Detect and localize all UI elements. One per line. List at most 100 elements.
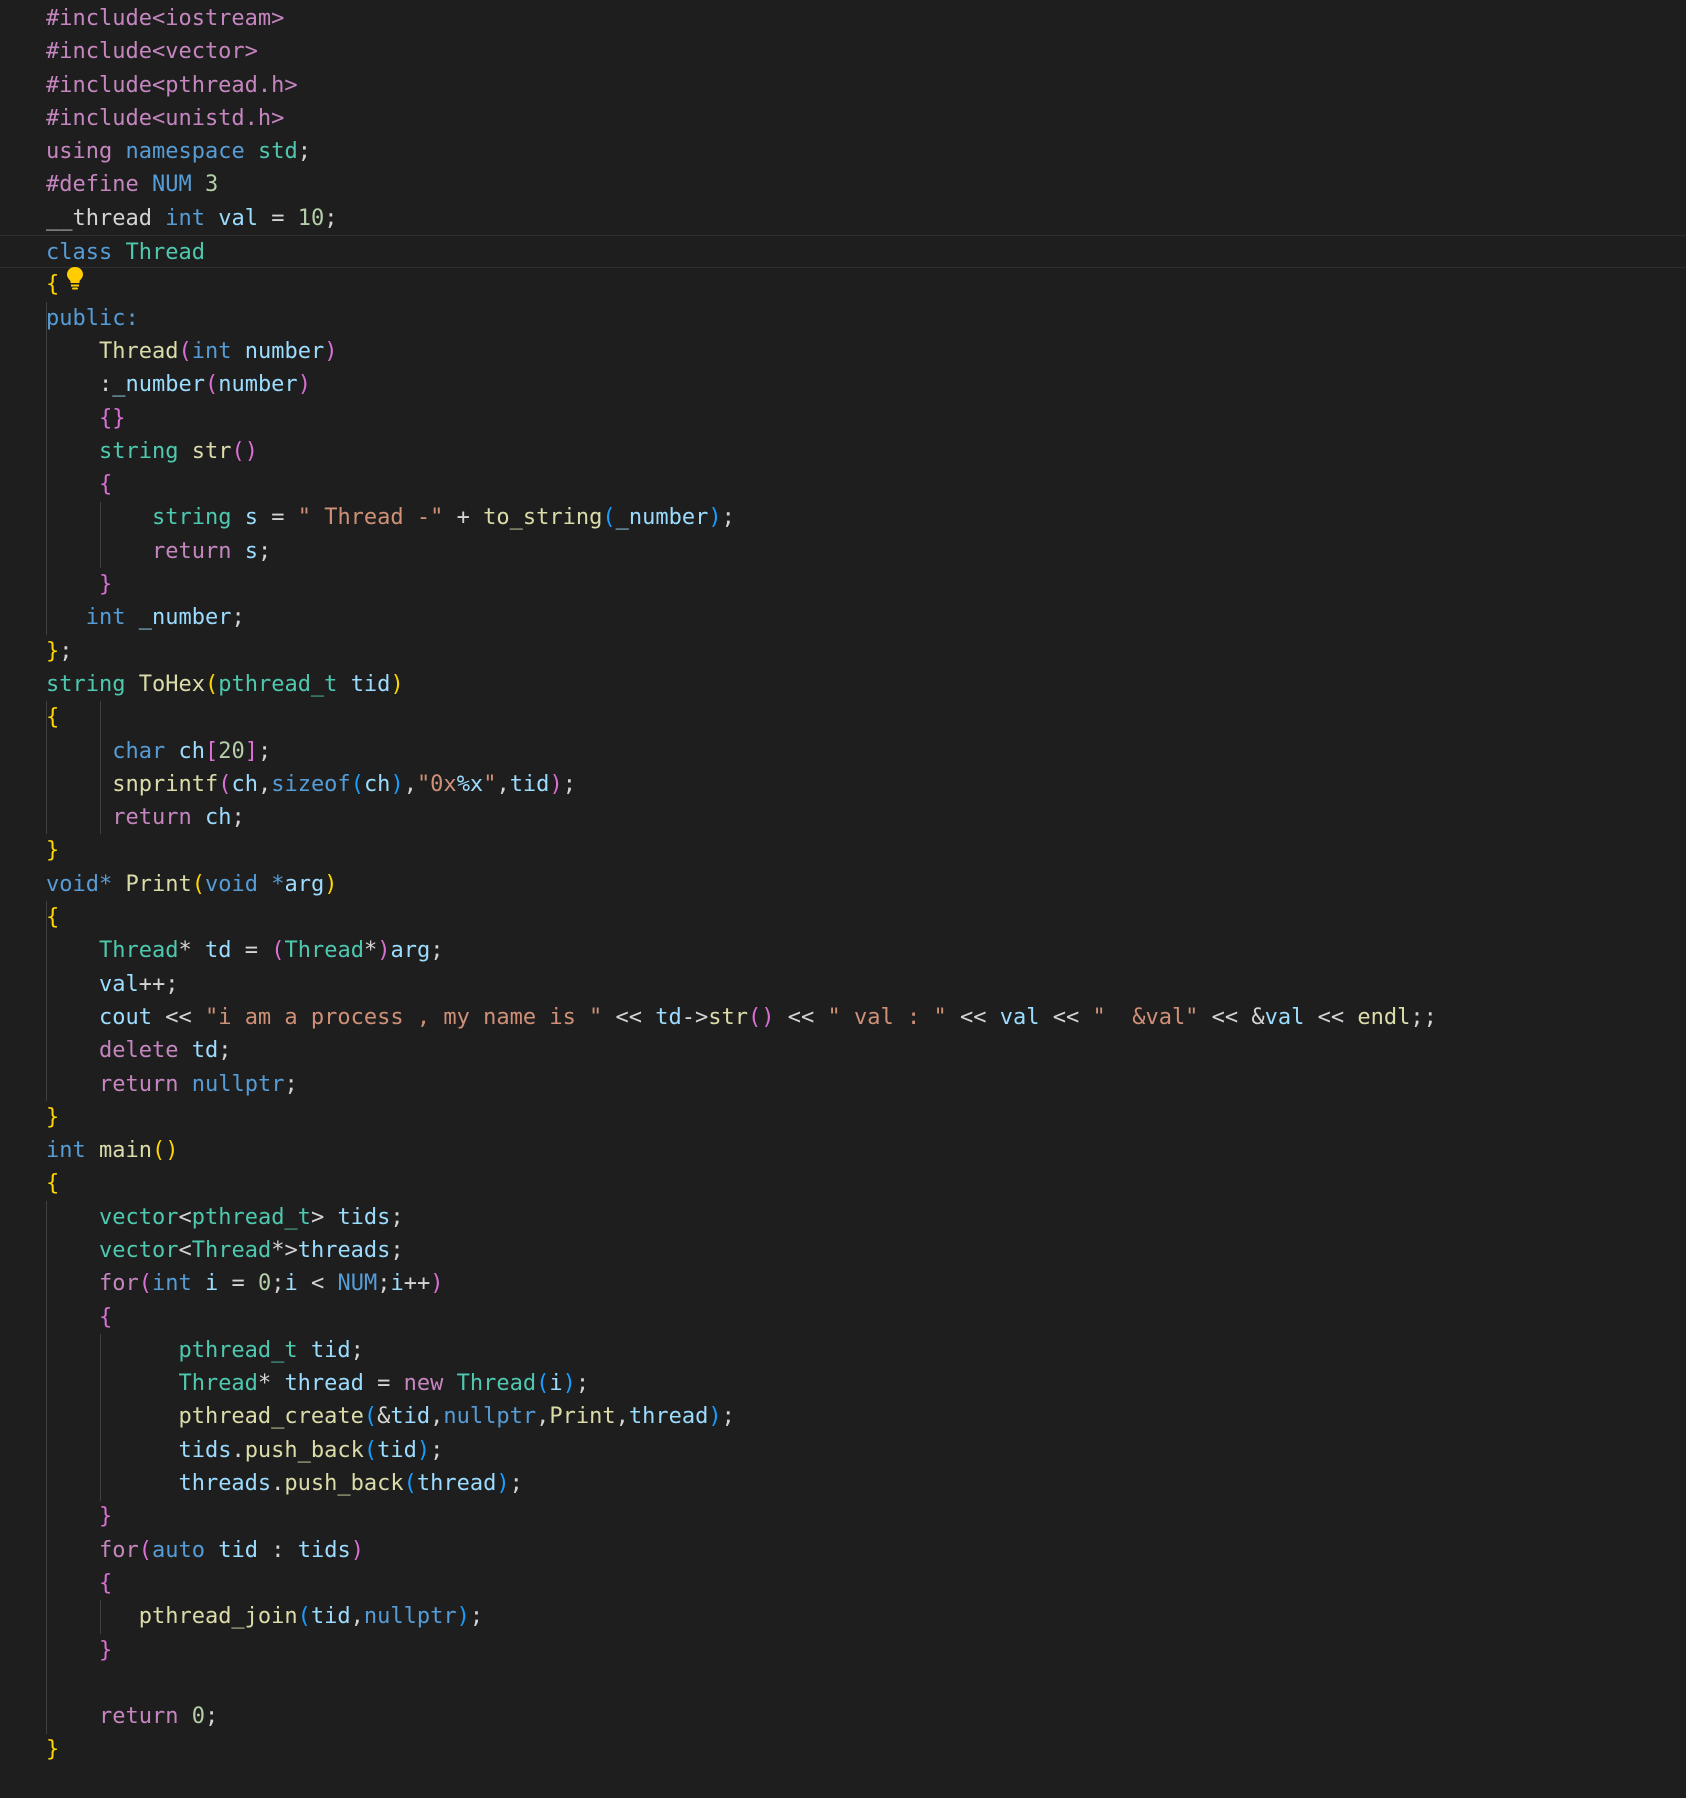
code-line[interactable]: #define NUM 3 <box>46 168 1686 201</box>
code-line[interactable]: return ch; <box>46 801 1686 834</box>
code-line[interactable]: tids.push_back(tid); <box>46 1434 1686 1467</box>
code-line[interactable]: return nullptr; <box>46 1068 1686 1101</box>
code-line[interactable]: int _number; <box>46 601 1686 634</box>
code-line[interactable]: pthread_t tid; <box>46 1334 1686 1367</box>
code-line[interactable]: delete td; <box>46 1034 1686 1067</box>
code-token: #define <box>46 172 139 198</box>
code-line[interactable]: using namespace std; <box>46 135 1686 168</box>
code-token: Print <box>125 871 192 897</box>
code-token: , <box>430 1404 444 1430</box>
code-line[interactable]: pthread_join(tid,nullptr); <box>46 1600 1686 1633</box>
code-line[interactable]: for(int i = 0;i < NUM;i++) <box>46 1267 1686 1300</box>
code-line[interactable]: Thread* td = (Thread*)arg; <box>46 934 1686 967</box>
code-line[interactable]: { <box>46 1167 1686 1200</box>
code-line[interactable]: } <box>46 834 1686 867</box>
code-editor[interactable]: #include<iostream> #include<vector> #inclu… <box>0 0 1686 1798</box>
code-line[interactable]: public: <box>46 302 1686 335</box>
code-token: ) <box>297 372 311 398</box>
code-token: { <box>46 705 60 731</box>
code-line[interactable]: {} <box>46 402 1686 435</box>
code-line[interactable]: { <box>46 268 1686 301</box>
code-line[interactable]: vector<Thread*>threads; <box>46 1234 1686 1267</box>
code-line[interactable]: Thread(int number) <box>46 335 1686 368</box>
code-token: thread <box>284 1371 364 1397</box>
code-token: int <box>85 605 126 631</box>
code-token: } <box>98 1504 113 1530</box>
code-token: ( <box>403 1471 417 1497</box>
code-line[interactable]: Thread* thread = new Thread(i); <box>46 1367 1686 1400</box>
code-line[interactable]: :_number(number) <box>46 368 1686 401</box>
code-line[interactable]: snprintf(ch,sizeof(ch),"0x%x",tid); <box>46 768 1686 801</box>
code-token: Thread <box>191 1237 272 1263</box>
code-token: ( <box>602 505 616 531</box>
code-token: , <box>536 1404 550 1430</box>
code-line[interactable]: } <box>46 1500 1686 1533</box>
code-token: ; <box>562 771 576 797</box>
code-line[interactable]: #include<iostream> <box>46 2 1686 35</box>
code-token: return <box>112 805 192 831</box>
code-line[interactable]: } <box>46 568 1686 601</box>
code-token: to_string <box>483 505 603 531</box>
code-area[interactable]: #include<iostream> #include<vector> #inclu… <box>0 2 1686 1767</box>
code-line[interactable] <box>46 1667 1686 1700</box>
code-line[interactable]: { <box>46 901 1686 934</box>
code-line[interactable]: string str() <box>46 435 1686 468</box>
code-token: __thread <box>46 205 152 231</box>
code-token: 0 <box>257 1271 272 1297</box>
code-line[interactable]: __thread int val = 10; <box>46 202 1686 235</box>
code-line[interactable]: char ch[20]; <box>46 735 1686 768</box>
code-line[interactable]: #include<pthread.h> <box>46 69 1686 102</box>
lightbulb-icon[interactable] <box>64 266 86 290</box>
code-line[interactable]: }; <box>46 635 1686 668</box>
code-line[interactable]: pthread_create(&tid,nullptr,Print,thread… <box>46 1400 1686 1433</box>
code-token: > <box>310 1204 338 1230</box>
code-token: << <box>1039 1004 1093 1030</box>
code-line[interactable]: string ToHex(pthread_t tid) <box>46 668 1686 701</box>
code-token: ; <box>231 605 245 631</box>
code-token: *> <box>271 1237 298 1263</box>
code-line[interactable]: for(auto tid : tids) <box>46 1534 1686 1567</box>
code-token: << <box>946 1004 1000 1030</box>
code-line[interactable]: { <box>46 1301 1686 1334</box>
code-token: nullptr <box>191 1071 285 1097</box>
code-line[interactable]: string s = " Thread -" + to_string(_numb… <box>46 501 1686 534</box>
code-line[interactable]: { <box>46 1567 1686 1600</box>
code-token: 3 <box>204 172 219 198</box>
code-token: } <box>46 838 60 864</box>
code-line[interactable]: { <box>46 701 1686 734</box>
code-line[interactable]: vector<pthread_t> tids; <box>46 1201 1686 1234</box>
code-line[interactable]: threads.push_back(thread); <box>46 1467 1686 1500</box>
code-line[interactable]: void* Print(void *arg) <box>46 868 1686 901</box>
code-line[interactable]: return 0; <box>46 1700 1686 1733</box>
code-line[interactable]: } <box>46 1101 1686 1134</box>
code-token: NUM <box>337 1271 378 1297</box>
code-token: ch <box>178 738 205 764</box>
code-token: ) <box>390 771 404 797</box>
code-line[interactable]: val++; <box>46 968 1686 1001</box>
code-token: ( <box>297 1604 311 1630</box>
code-line[interactable]: } <box>46 1733 1686 1766</box>
code-token: ) <box>496 1471 510 1497</box>
code-line[interactable]: return s; <box>46 535 1686 568</box>
code-line[interactable]: cout << "i am a process , my name is " <… <box>46 1001 1686 1034</box>
code-line[interactable]: #include<unistd.h> <box>46 102 1686 135</box>
code-line[interactable]: #include<vector> <box>46 35 1686 68</box>
code-token: ; <box>284 1071 298 1097</box>
code-line[interactable]: class Thread <box>0 235 1686 269</box>
code-token: vector <box>98 1204 179 1230</box>
code-token: nullptr <box>443 1404 537 1430</box>
code-line[interactable]: { <box>46 468 1686 501</box>
code-token: ; <box>218 1038 232 1064</box>
code-line[interactable]: } <box>46 1634 1686 1667</box>
code-line[interactable]: int main() <box>46 1134 1686 1167</box>
